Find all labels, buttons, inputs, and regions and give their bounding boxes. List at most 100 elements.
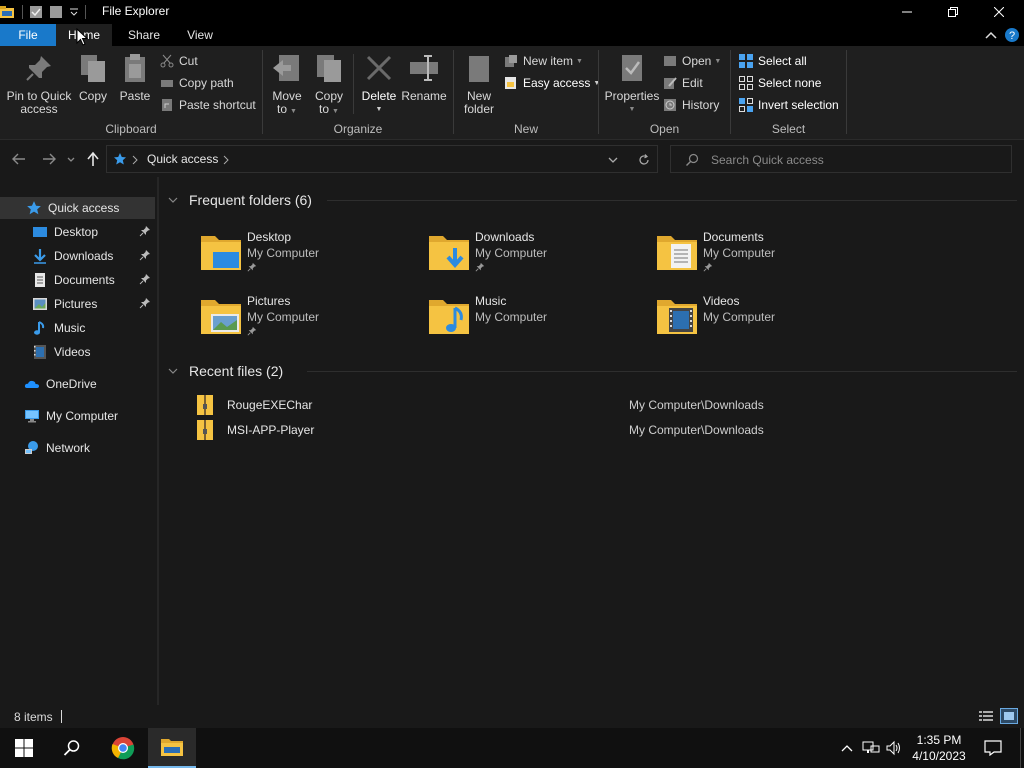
select-group: Select all Select none Invert selection …: [731, 46, 846, 140]
folder-tile-music[interactable]: Music My Computer: [387, 294, 607, 346]
start-button[interactable]: [0, 728, 48, 768]
paste-shortcut-button[interactable]: Paste shortcut: [160, 95, 256, 115]
pin-icon: [475, 262, 485, 272]
taskbar-search-button[interactable]: [48, 728, 96, 768]
show-hidden-icons-button[interactable]: [838, 728, 856, 768]
chevron-down-icon: [168, 197, 178, 203]
new-item-button[interactable]: New item ▼: [504, 51, 583, 71]
sidebar-item-quick-access[interactable]: Quick access: [0, 197, 155, 219]
folder-tile-documents[interactable]: Documents My Computer: [615, 230, 835, 282]
delete-button[interactable]: Delete ▼: [359, 52, 399, 116]
recent-file-name: MSI-APP-Player: [227, 423, 315, 437]
explorer-app-icon[interactable]: [0, 5, 14, 19]
up-button[interactable]: [84, 150, 102, 168]
copy-path-label: Copy path: [179, 76, 234, 90]
copy-path-icon: [160, 76, 174, 90]
sidebar-item-videos[interactable]: Videos: [0, 341, 155, 363]
close-icon: [994, 7, 1004, 17]
pin-icon[interactable]: [139, 249, 151, 261]
pin-to-quick-access-button[interactable]: Pin to Quick access: [4, 52, 74, 116]
tab-view[interactable]: View: [172, 24, 228, 46]
new-folder-quick-icon[interactable]: [49, 5, 63, 19]
recent-file-row[interactable]: MSI-APP-Player My Computer\Downloads: [195, 419, 975, 443]
sidebar-item-my-computer[interactable]: My Computer: [0, 405, 155, 427]
select-all-icon: [739, 54, 753, 68]
select-none-button[interactable]: Select none: [739, 73, 821, 93]
folder-location: My Computer: [247, 310, 320, 324]
pin-icon[interactable]: [139, 297, 151, 309]
frequent-folders-header[interactable]: Frequent folders (6): [167, 190, 1017, 210]
cloud-icon: [24, 376, 40, 392]
chevron-right-icon[interactable]: [222, 155, 230, 165]
back-button[interactable]: [10, 150, 28, 168]
taskbar-file-explorer[interactable]: [148, 728, 196, 768]
copy-path-button[interactable]: Copy path: [160, 73, 234, 93]
copy-to-button[interactable]: Copy to ▼: [311, 52, 347, 118]
tab-file[interactable]: File: [0, 24, 56, 46]
rename-button[interactable]: Rename: [401, 52, 447, 103]
sidebar-item-network[interactable]: Network: [0, 437, 155, 459]
details-view-icon[interactable]: [978, 709, 994, 723]
pin-icon[interactable]: [139, 273, 151, 285]
collapse-ribbon-icon[interactable]: [983, 27, 999, 43]
breadcrumb-quick-access[interactable]: Quick access: [147, 152, 218, 166]
cut-button[interactable]: Cut: [160, 51, 198, 71]
sidebar-item-onedrive[interactable]: OneDrive: [0, 373, 155, 395]
sidebar-item-documents[interactable]: Documents: [0, 269, 155, 291]
customize-toolbar-icon[interactable]: [69, 5, 79, 19]
edit-button[interactable]: Edit: [663, 73, 703, 93]
sidebar-item-desktop[interactable]: Desktop: [0, 221, 155, 243]
copy-label: Copy: [78, 89, 107, 103]
help-icon[interactable]: ?: [1004, 27, 1020, 43]
forward-button[interactable]: [40, 150, 58, 168]
folder-tile-desktop[interactable]: Desktop My Computer: [159, 230, 379, 282]
new-folder-button[interactable]: New folder: [460, 52, 498, 116]
navigation-bar: Quick access Search Quick access: [0, 140, 1024, 177]
network-tray-button[interactable]: [860, 728, 882, 768]
volume-button[interactable]: [884, 728, 904, 768]
select-all-button[interactable]: Select all: [739, 51, 807, 71]
taskbar-clock[interactable]: 1:35 PM 4/10/2023: [908, 732, 970, 764]
refresh-icon[interactable]: [637, 153, 651, 167]
taskbar-chrome[interactable]: [99, 728, 147, 768]
large-icons-view-icon[interactable]: [1000, 708, 1018, 724]
history-button[interactable]: History: [663, 95, 719, 115]
sidebar-item-downloads[interactable]: Downloads: [0, 245, 155, 267]
document-icon: [32, 272, 48, 288]
sidebar-item-music[interactable]: Music: [0, 317, 155, 339]
recent-files-header[interactable]: Recent files (2): [167, 361, 1017, 381]
sidebar-item-label: Videos: [54, 345, 91, 359]
search-box[interactable]: Search Quick access: [670, 145, 1012, 173]
speaker-icon: [886, 740, 900, 756]
properties-quick-icon[interactable]: [29, 5, 43, 19]
folder-tile-videos[interactable]: Videos My Computer: [615, 294, 835, 346]
tab-share[interactable]: Share: [116, 24, 172, 46]
copy-button[interactable]: Copy: [76, 52, 110, 103]
recent-file-row[interactable]: RougeEXEChar My Computer\Downloads: [195, 394, 975, 418]
recent-locations-button[interactable]: [66, 150, 76, 168]
address-dropdown-icon[interactable]: [607, 154, 619, 166]
invert-selection-button[interactable]: Invert selection: [739, 95, 839, 115]
sidebar-item-label: Quick access: [48, 201, 120, 215]
sidebar-item-pictures[interactable]: Pictures: [0, 293, 155, 315]
forward-arrow-icon: [43, 153, 56, 165]
close-button[interactable]: [976, 0, 1022, 24]
open-button[interactable]: Open ▼: [663, 51, 721, 71]
folder-tile-downloads[interactable]: Downloads My Computer: [387, 230, 607, 282]
minimize-button[interactable]: [884, 0, 930, 24]
select-group-label: Select: [771, 122, 806, 136]
paste-button[interactable]: Paste: [116, 52, 154, 103]
action-center-button[interactable]: [978, 728, 1008, 768]
dropdown-arrow-icon: ▼: [332, 108, 339, 115]
show-desktop-button[interactable]: [1020, 728, 1024, 768]
folder-tile-pictures[interactable]: Pictures My Computer: [159, 294, 379, 346]
pin-icon: [247, 326, 257, 336]
restore-button[interactable]: [930, 0, 976, 24]
address-bar[interactable]: Quick access: [106, 145, 658, 173]
navigation-pane: Quick access Desktop Downloads Documents…: [0, 177, 157, 705]
move-to-button[interactable]: Move to ▼: [269, 52, 305, 118]
pin-icon[interactable]: [139, 225, 151, 237]
properties-button[interactable]: Properties ▼: [603, 52, 661, 116]
sidebar-item-label: Documents: [54, 273, 115, 287]
easy-access-button[interactable]: Easy access ▼: [504, 73, 600, 93]
